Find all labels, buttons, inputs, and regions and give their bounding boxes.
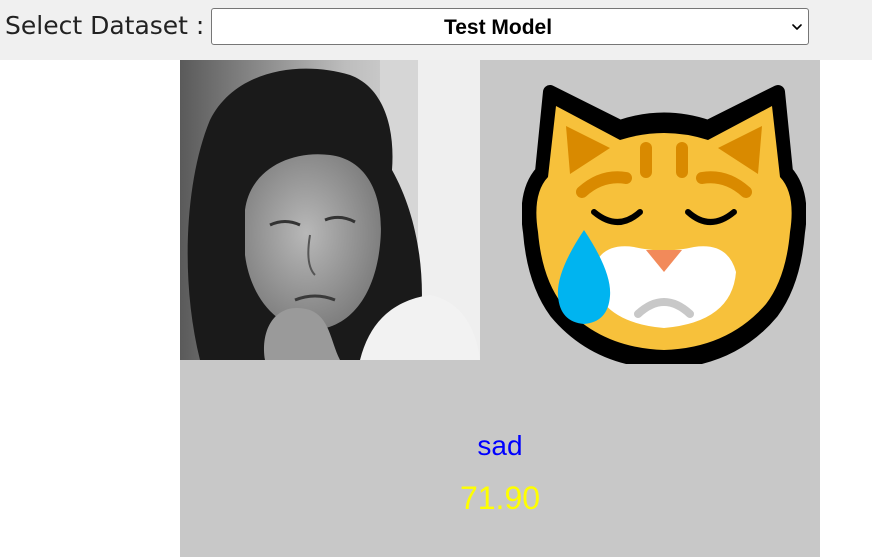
select-dataset-label: Select Dataset : bbox=[5, 11, 205, 40]
top-bar: Select Dataset : Test Model bbox=[0, 0, 872, 60]
dataset-select-value: Test Model bbox=[443, 16, 553, 39]
chevron-down-icon bbox=[792, 24, 802, 30]
result-panel: sad 71.90 bbox=[180, 60, 820, 557]
confidence-score: 71.90 bbox=[459, 480, 541, 516]
dataset-select[interactable]: Test Model bbox=[211, 8, 809, 45]
emotion-label: sad bbox=[477, 430, 523, 461]
face-photo bbox=[180, 60, 480, 360]
crying-cat-face-icon bbox=[522, 85, 806, 364]
